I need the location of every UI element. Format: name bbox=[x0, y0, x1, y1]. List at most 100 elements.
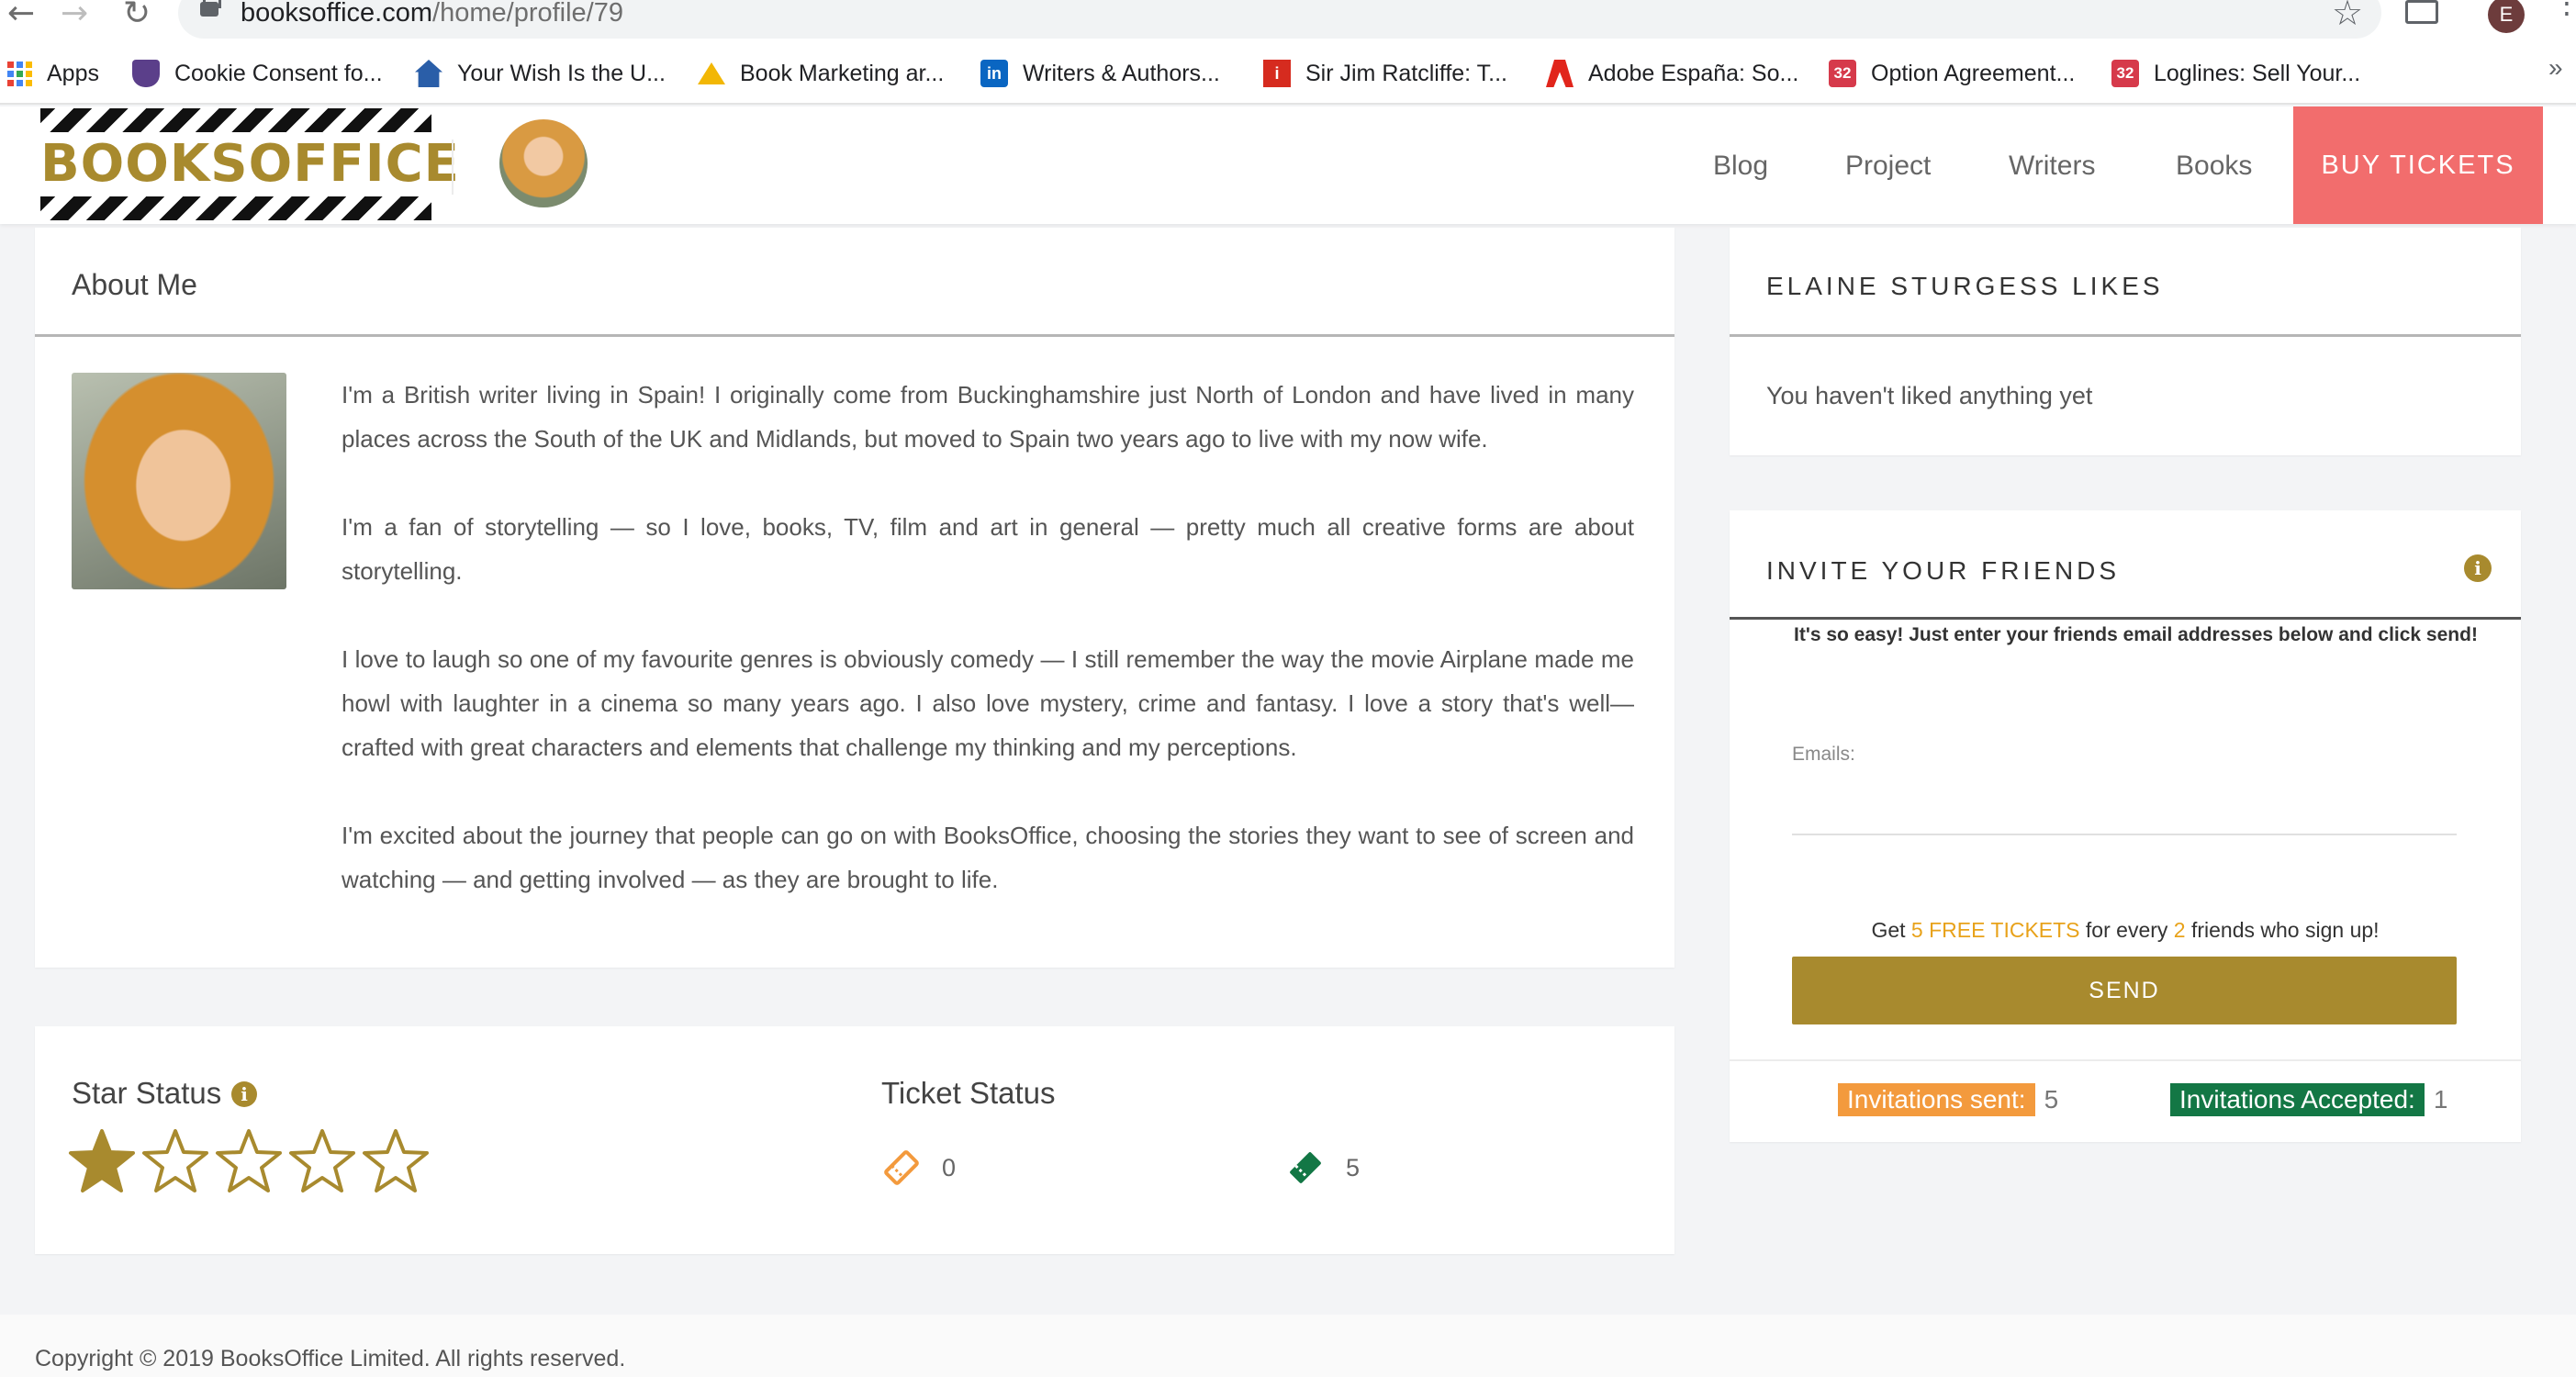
header-divider bbox=[452, 140, 454, 195]
likes-panel: ELAINE STURGESS LIKES You haven't liked … bbox=[1730, 228, 2521, 455]
invitations-accepted-badge: Invitations Accepted: bbox=[2170, 1083, 2425, 1116]
bookmark-your-wish[interactable]: Your Wish Is the U... bbox=[415, 55, 666, 92]
invitations-sent: Invitations sent: 5 bbox=[1838, 1083, 2058, 1116]
star-empty-icon bbox=[363, 1129, 429, 1192]
invitations-accepted-value: 1 bbox=[2433, 1085, 2448, 1114]
browser-profile-avatar[interactable]: E bbox=[2488, 0, 2525, 33]
bookmark-label: Your Wish Is the U... bbox=[457, 60, 666, 86]
send-button[interactable]: SEND bbox=[1792, 957, 2457, 1024]
star-empty-icon bbox=[142, 1129, 208, 1192]
ticket-status-orange: 0 bbox=[881, 1148, 956, 1188]
shield-icon bbox=[132, 60, 160, 87]
bookmark-star-icon[interactable]: ☆ bbox=[2332, 0, 2363, 33]
star-empty-icon bbox=[289, 1129, 355, 1192]
emails-input[interactable] bbox=[1792, 771, 2457, 835]
browser-toolbar: ← → ↻ booksoffice.com/home/profile/79 ☆ … bbox=[0, 0, 2576, 40]
divider bbox=[1730, 334, 2521, 337]
house-icon bbox=[415, 60, 442, 87]
about-paragraph: I'm a fan of storytelling — so I love, b… bbox=[342, 513, 1634, 585]
about-me-panel: About Me I'm a British writer living in … bbox=[35, 228, 1674, 968]
offer-text: friends who sign up! bbox=[2185, 918, 2380, 942]
emails-label: Emails: bbox=[1792, 744, 1855, 765]
bookmark-label: Option Agreement... bbox=[1871, 60, 2076, 86]
bookmark-label: Apps bbox=[47, 60, 99, 86]
invitations-sent-value: 5 bbox=[2044, 1085, 2059, 1114]
bookmarks-bar: Apps Cookie Consent fo... Your Wish Is t… bbox=[0, 40, 2576, 105]
nav-writers[interactable]: Writers bbox=[2009, 151, 2095, 182]
likes-empty-text: You haven't liked anything yet bbox=[1766, 382, 2093, 409]
offer-friend-count: 2 bbox=[2173, 918, 2186, 942]
adobe-icon bbox=[1546, 60, 1574, 87]
star-status-title: Star Status bbox=[72, 1076, 222, 1110]
bookmark-label: Cookie Consent fo... bbox=[174, 60, 383, 86]
bookmark-label: Writers & Authors... bbox=[1023, 60, 1220, 86]
about-paragraph: I'm a British writer living in Spain! I … bbox=[342, 381, 1634, 453]
offer-text: Get bbox=[1871, 918, 1911, 942]
url-host: booksoffice.com bbox=[241, 0, 433, 28]
logo-text: BOOKSOFFICE bbox=[40, 134, 460, 194]
invitations-accepted: Invitations Accepted: 1 bbox=[2170, 1083, 2447, 1116]
offer-text: for every bbox=[2079, 918, 2174, 942]
booksoffice-logo[interactable]: BOOKSOFFICE bbox=[40, 108, 460, 222]
bookmarks-overflow-icon[interactable]: » bbox=[2548, 53, 2563, 83]
reload-icon[interactable]: ↻ bbox=[123, 0, 151, 32]
divider bbox=[1730, 1059, 2521, 1061]
ticket-green-icon bbox=[1290, 1152, 1321, 1183]
bookmark-adobe[interactable]: Adobe España: So... bbox=[1546, 55, 1798, 92]
offer-highlight: 5 FREE TICKETS bbox=[1910, 918, 2080, 942]
bookmark-apps[interactable]: Apps bbox=[7, 55, 99, 92]
divider bbox=[1730, 617, 2521, 620]
about-text: I'm a British writer living in Spain! I … bbox=[342, 373, 1634, 946]
logo-stripe-top bbox=[40, 108, 431, 132]
divider bbox=[35, 334, 1674, 337]
about-paragraph: I love to laugh so one of my favourite g… bbox=[342, 645, 1634, 761]
bookmark-option-agreement[interactable]: 32 Option Agreement... bbox=[1829, 55, 2075, 92]
bookmark-book-marketing[interactable]: Book Marketing ar... bbox=[698, 55, 944, 92]
forward-arrow-icon[interactable]: → bbox=[61, 0, 88, 32]
bookmark-label: Adobe España: So... bbox=[1588, 60, 1799, 86]
bookmark-writers-authors[interactable]: in Writers & Authors... bbox=[980, 55, 1220, 92]
site-header: BOOKSOFFICE Blog Project Writers Books B… bbox=[0, 106, 2576, 224]
ticket-orange-icon bbox=[884, 1150, 919, 1185]
nav-project[interactable]: Project bbox=[1845, 151, 1931, 182]
triangle-logo-icon bbox=[698, 62, 725, 84]
cast-icon[interactable] bbox=[2405, 0, 2438, 24]
independent-icon: i bbox=[1263, 60, 1291, 87]
nav-books[interactable]: Books bbox=[2176, 151, 2252, 182]
likes-title: ELAINE STURGESS LIKES bbox=[1766, 272, 2164, 300]
about-title: About Me bbox=[72, 268, 197, 301]
invitations-sent-badge: Invitations sent: bbox=[1838, 1083, 2035, 1116]
url-text[interactable]: booksoffice.com/home/profile/79 bbox=[241, 0, 623, 28]
info-icon[interactable]: i bbox=[231, 1081, 257, 1107]
nav-blog[interactable]: Blog bbox=[1713, 151, 1768, 182]
ticket-status-green: 5 bbox=[1285, 1148, 1360, 1188]
buy-tickets-button[interactable]: BUY TICKETS bbox=[2293, 106, 2543, 224]
user-avatar[interactable] bbox=[499, 119, 588, 207]
about-paragraph: I'm excited about the journey that peopl… bbox=[342, 822, 1634, 893]
star-filled-icon bbox=[69, 1129, 135, 1192]
star-rating bbox=[68, 1127, 430, 1195]
bookmark-jim-ratcliffe[interactable]: i Sir Jim Ratcliffe: T... bbox=[1263, 55, 1507, 92]
star-empty-icon bbox=[216, 1129, 282, 1192]
free-tickets-offer: Get 5 FREE TICKETS for every 2 friends w… bbox=[1730, 918, 2521, 943]
profile-photo bbox=[72, 373, 286, 589]
lock-icon[interactable] bbox=[200, 0, 221, 17]
copyright-text: Copyright © 2019 BooksOffice Limited. Al… bbox=[35, 1346, 626, 1371]
calendar-32-icon: 32 bbox=[2111, 60, 2139, 87]
apps-grid-icon bbox=[7, 61, 32, 86]
back-arrow-icon[interactable]: ← bbox=[7, 0, 35, 32]
info-icon[interactable]: i bbox=[2464, 554, 2492, 582]
bookmark-label: Book Marketing ar... bbox=[740, 60, 945, 86]
invite-friends-panel: INVITE YOUR FRIENDS i It's so easy! Just… bbox=[1730, 510, 2521, 1142]
ticket-status-title: Ticket Status bbox=[881, 1076, 1056, 1110]
invite-subtitle: It's so easy! Just enter your friends em… bbox=[1794, 624, 2478, 645]
linkedin-icon: in bbox=[980, 60, 1008, 87]
site-footer: Copyright © 2019 BooksOffice Limited. Al… bbox=[0, 1315, 2576, 1377]
bookmark-loglines[interactable]: 32 Loglines: Sell Your... bbox=[2111, 55, 2360, 92]
browser-menu-icon[interactable]: ⋮ bbox=[2552, 0, 2576, 17]
ticket-green-count: 5 bbox=[1346, 1153, 1361, 1181]
bookmark-label: Loglines: Sell Your... bbox=[2154, 60, 2361, 86]
invite-title: INVITE YOUR FRIENDS bbox=[1766, 556, 2121, 585]
bookmark-cookie-consent[interactable]: Cookie Consent fo... bbox=[132, 55, 383, 92]
status-panel: Star Status i Ticket Status 0 5 bbox=[35, 1026, 1674, 1254]
